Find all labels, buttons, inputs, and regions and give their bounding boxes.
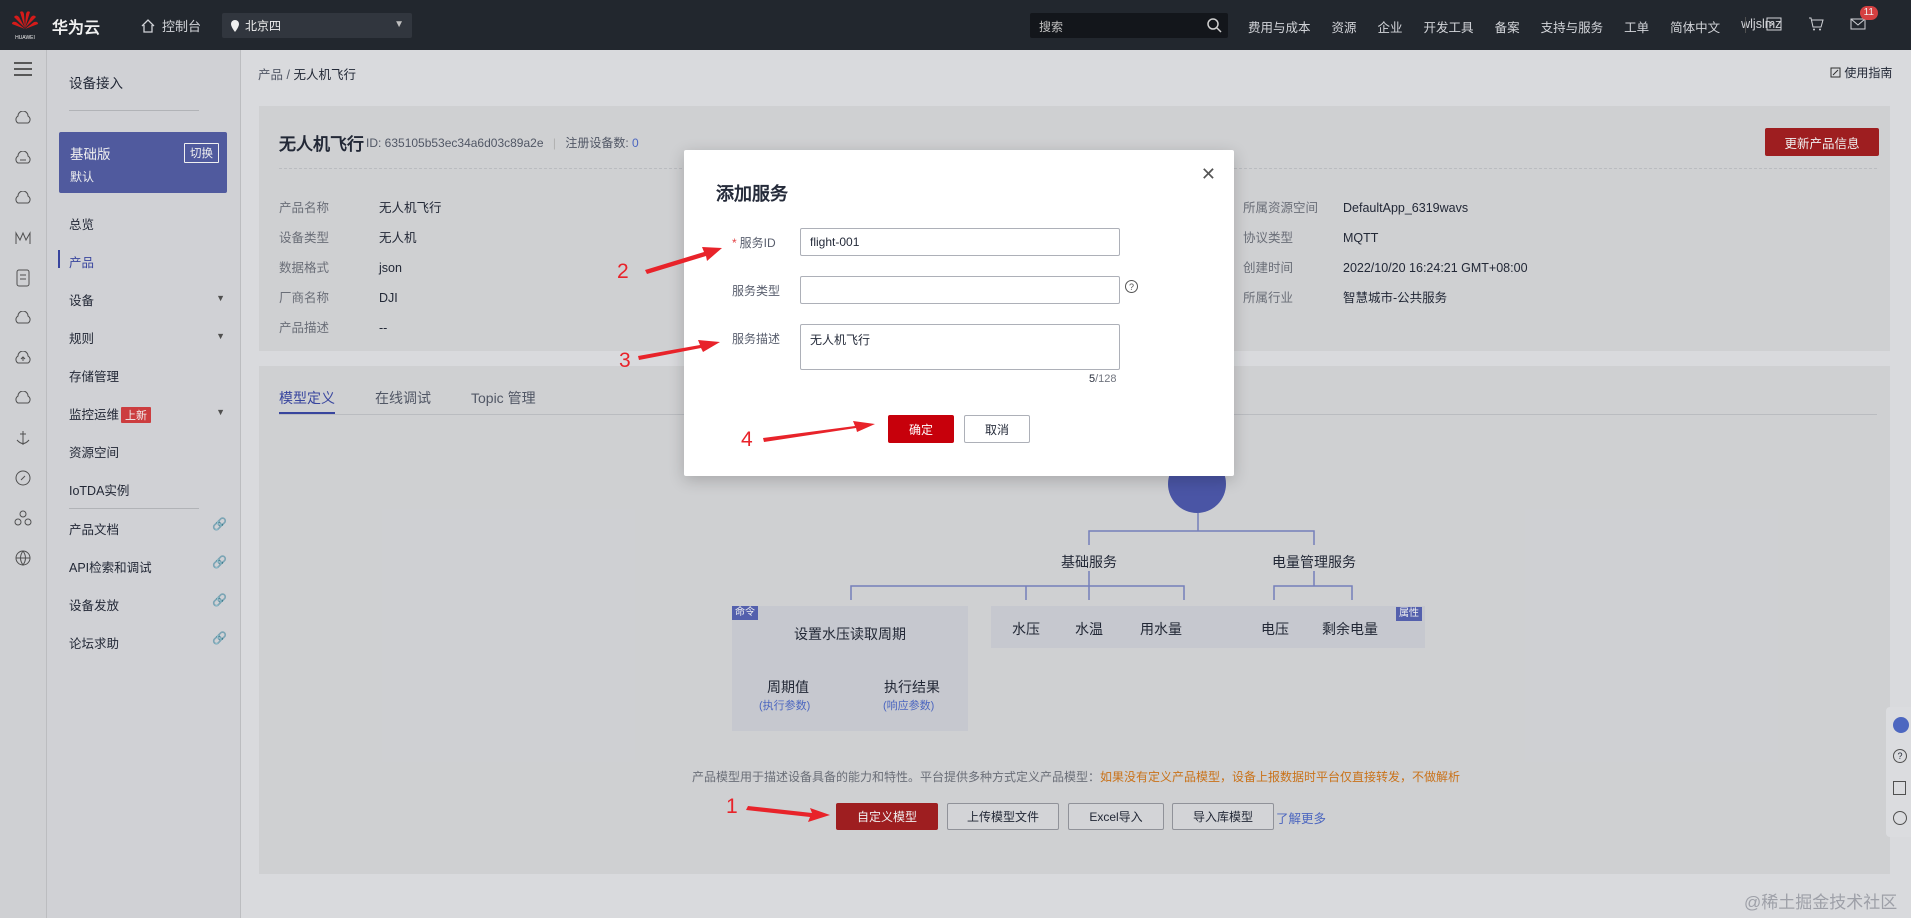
required-marker: * (732, 236, 737, 250)
dialog-title: 添加服务 (716, 184, 788, 204)
confirm-button[interactable]: 确定 (888, 415, 954, 443)
annotation-number: 4 (741, 428, 753, 451)
annotation-number: 1 (726, 795, 738, 818)
service-id-label: * 服务ID (732, 234, 776, 251)
annotation-number: 3 (619, 349, 631, 372)
service-desc-label: 服务描述 (732, 332, 781, 346)
annotation-number: 2 (617, 260, 629, 283)
help-icon[interactable]: ? (1125, 280, 1138, 293)
close-icon[interactable]: ✕ (1201, 164, 1216, 185)
service-description-textarea[interactable]: 无人机飞行 (800, 324, 1120, 370)
service-type-input[interactable] (800, 276, 1120, 304)
char-max: /128 (1095, 373, 1117, 385)
char-counter: 5/128 (1089, 373, 1117, 385)
service-id-input[interactable] (800, 228, 1120, 256)
service-type-label: 服务类型 (732, 284, 781, 298)
add-service-dialog: 添加服务 ✕ *服务ID 服务类型 ? 服务描述 无人机飞行 5/128 确定 … (684, 150, 1234, 476)
cancel-button[interactable]: 取消 (964, 415, 1030, 443)
service-id-label-text: 服务ID (739, 236, 776, 250)
